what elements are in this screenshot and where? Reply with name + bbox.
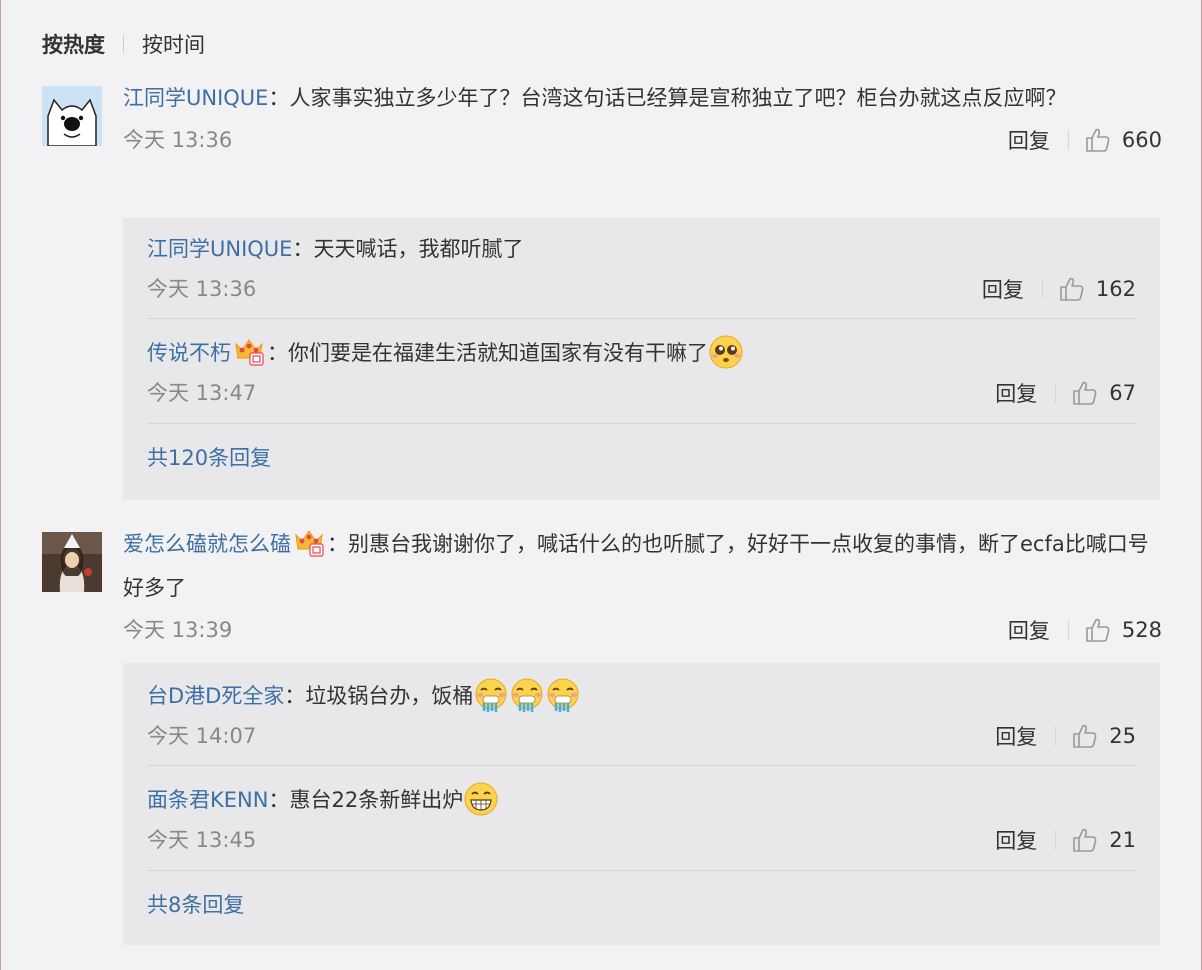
like-count: 67 — [1109, 381, 1136, 405]
comment-text: 江同学UNIQUE：人家事实独立多少年了？台湾这句话已经算是宣称独立了吧？柜台办… — [123, 76, 1162, 120]
like-count: 162 — [1095, 277, 1136, 301]
reply-meta: 今天 13:47 回复 67 — [147, 375, 1136, 411]
action-divider — [1041, 279, 1043, 299]
reply-button[interactable]: 回复 — [995, 378, 1037, 408]
thumbs-up-icon[interactable] — [1071, 380, 1097, 406]
reply-button[interactable]: 回复 — [1008, 125, 1050, 155]
timestamp: 今天 14:07 — [147, 724, 257, 748]
action-divider — [1055, 726, 1057, 746]
pleading-emoji-icon — [708, 334, 744, 370]
like-count: 25 — [1109, 724, 1136, 748]
reply-button[interactable]: 回复 — [995, 825, 1037, 855]
reply-button[interactable]: 回复 — [982, 274, 1024, 304]
comment-meta: 今天 13:39 回复 528 — [123, 612, 1162, 648]
timestamp: 今天 13:36 — [123, 128, 233, 152]
colon: ： — [268, 86, 290, 110]
colon: ： — [268, 788, 290, 812]
view-all-replies-link[interactable]: 共120条回复 — [147, 442, 1136, 472]
reply-meta: 今天 14:07 回复 25 — [147, 718, 1136, 754]
timestamp: 今天 13:39 — [123, 618, 233, 642]
vomit-emoji-icon — [473, 677, 509, 713]
vomit-emoji-icon — [545, 677, 581, 713]
reply-button[interactable]: 回复 — [1008, 615, 1050, 645]
reply-content: 垃圾锅台办，饭桶 — [305, 684, 474, 708]
reply-item: 江同学UNIQUE：天天喊话，我都听腻了 今天 13:36 回复 162 — [147, 218, 1136, 307]
timestamp: 今天 13:45 — [147, 828, 257, 852]
like-count: 21 — [1109, 828, 1136, 852]
sort-by-hot-tab[interactable]: 按热度 — [42, 29, 105, 59]
reply-meta: 今天 13:36 回复 162 — [147, 271, 1136, 307]
action-divider — [1067, 620, 1069, 640]
vip-crown-icon[interactable] — [233, 336, 265, 366]
username-link[interactable]: 爱怎么磕就怎么磕 — [123, 532, 291, 556]
reply-content: 天天喊话，我都听腻了 — [313, 237, 524, 261]
username-link[interactable]: 台D港D死全家 — [147, 684, 284, 708]
reply-item: 面条君KENN：惠台22条新鲜出炉 今天 13:45 回复 21 — [147, 766, 1136, 858]
thumbs-up-icon[interactable] — [1084, 127, 1110, 153]
like-count: 660 — [1121, 128, 1162, 152]
reply-item: 传说不朽 ：你们要是在福建生活就知道国家有没有干嘛了 今天 13:47 回复 67 — [147, 319, 1136, 411]
sort-bar: 按热度 按时间 — [42, 28, 205, 60]
divider — [147, 423, 1136, 424]
sort-divider — [123, 35, 124, 53]
timestamp: 今天 13:36 — [147, 277, 257, 301]
thumbs-up-icon[interactable] — [1084, 617, 1110, 643]
username-link[interactable]: 江同学UNIQUE — [123, 86, 268, 110]
reply-item: 台D港D死全家：垃圾锅台办，饭桶 今天 14:07 回复 25 — [147, 663, 1136, 754]
colon: ： — [292, 237, 314, 261]
thumbs-up-icon[interactable] — [1058, 276, 1084, 302]
colon: ： — [327, 532, 348, 556]
divider — [147, 870, 1136, 871]
avatar[interactable] — [42, 532, 102, 592]
action-divider — [1055, 830, 1057, 850]
grin-emoji-icon — [463, 781, 499, 817]
comment-content: 人家事实独立多少年了？台湾这句话已经算是宣称独立了吧？柜台办就这点反应啊？ — [289, 86, 1067, 110]
reply-meta: 今天 13:45 回复 21 — [147, 822, 1136, 858]
reply-content: 惠台22条新鲜出炉 — [289, 788, 464, 812]
username-link[interactable]: 面条君KENN — [147, 788, 268, 812]
username-link[interactable]: 传说不朽 — [147, 341, 231, 365]
thumbs-up-icon[interactable] — [1071, 827, 1097, 853]
sort-by-time-tab[interactable]: 按时间 — [142, 29, 205, 59]
vip-crown-icon[interactable] — [293, 527, 325, 557]
reply-button[interactable]: 回复 — [995, 721, 1037, 751]
avatar[interactable] — [42, 86, 102, 146]
replies-box: 台D港D死全家：垃圾锅台办，饭桶 今天 14:07 回复 25 面条君KENN：… — [123, 663, 1160, 945]
like-count: 528 — [1121, 618, 1162, 642]
comment-text: 爱怎么磕就怎么磕 ：别惠台我谢谢你了，喊话什么的也听腻了，好好干一点收复的事情，断… — [123, 522, 1162, 610]
colon: ： — [284, 684, 306, 708]
replies-box: 江同学UNIQUE：天天喊话，我都听腻了 今天 13:36 回复 162 传说不… — [123, 218, 1160, 500]
colon: ： — [267, 341, 288, 365]
action-divider — [1067, 130, 1069, 150]
vomit-emoji-icon — [509, 677, 545, 713]
action-divider — [1055, 383, 1057, 403]
reply-content: 你们要是在福建生活就知道国家有没有干嘛了 — [288, 341, 708, 365]
timestamp: 今天 13:47 — [147, 381, 257, 405]
comment-meta: 今天 13:36 回复 660 — [123, 122, 1162, 158]
thumbs-up-icon[interactable] — [1071, 723, 1097, 749]
username-link[interactable]: 江同学UNIQUE — [147, 237, 292, 261]
view-all-replies-link[interactable]: 共8条回复 — [147, 889, 1136, 919]
